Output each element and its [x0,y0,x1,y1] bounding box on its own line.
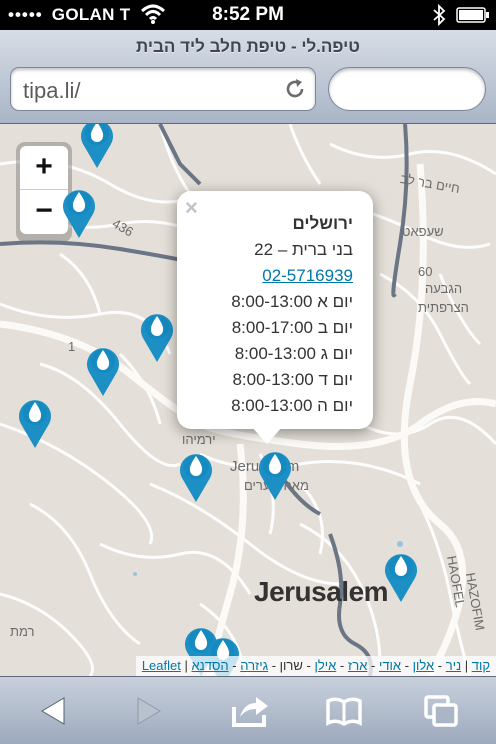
clock: 8:52 PM [212,4,284,25]
map-label: שעפאט [402,224,444,239]
map-label: הצרפתית [418,300,469,315]
map-marker-selected[interactable] [256,446,294,502]
map-marker[interactable] [84,342,122,398]
attribution-link[interactable]: גיזרה [240,658,268,673]
attribution-text: שרון [279,658,303,673]
page-title: טיפה.לי - טיפת חלב ליד הבית [136,37,360,56]
map-label: רמת [10,624,35,639]
popup-hours-row: יום א 8:00-13:00 [231,292,353,311]
browser-header: טיפה.לי - טיפת חלב ליד הבית tipa.li/ [0,30,496,124]
back-icon[interactable] [34,693,74,729]
attribution-link[interactable]: אלון [413,658,435,673]
popup-close-button[interactable]: × [185,195,198,221]
popup-address: בני ברית – 22 [254,240,353,259]
map-label: ירמיהו [182,432,216,447]
attribution-link[interactable]: ארז [348,658,368,673]
search-field[interactable] [328,67,486,111]
battery-icon [456,7,489,23]
map-marker[interactable] [382,548,420,604]
map-marker[interactable] [177,448,215,504]
bookmarks-icon[interactable] [324,693,364,729]
info-popup: × ירושלים בני ברית – 22 02-5716939 יום א… [177,191,373,429]
map-label: 60 [418,264,433,279]
attribution-link[interactable]: אילן [314,658,336,673]
popup-hours-row: יום ב 8:00-17:00 [231,318,353,337]
tabs-icon[interactable] [422,693,462,729]
map-marker[interactable] [138,308,176,364]
bluetooth-icon [433,4,446,26]
city-label: Jerusalem [254,576,389,607]
forward-icon[interactable] [128,693,168,729]
map[interactable]: שעפאט הגבעה הצרפתית חיים בר לב ירמיהו Je… [0,124,496,676]
attribution-link[interactable]: Leaflet [142,658,181,673]
map-marker[interactable] [78,124,116,170]
attribution-link[interactable]: ניר [446,658,461,673]
attribution-link[interactable]: הסדנא [191,658,228,673]
reload-icon[interactable] [283,77,307,101]
url-text: tipa.li/ [23,78,81,103]
status-bar: ••••• GOLAN T 8:52 PM [0,0,496,30]
popup-phone-link[interactable]: 02-5716939 [191,263,353,289]
popup-hours-row: יום ה 8:00-13:00 [231,396,353,415]
popup-hours-row: יום ד 8:00-13:00 [232,370,353,389]
map-label: 1 [68,339,76,354]
map-label: הגבעה [425,281,463,296]
share-icon[interactable] [230,693,270,729]
map-marker[interactable] [16,394,54,450]
popup-tip [251,426,283,444]
attribution-link[interactable]: קוד [472,658,490,673]
popup-city: ירושלים [292,214,354,233]
url-field[interactable]: tipa.li/ [10,67,316,111]
browser-toolbar [0,676,496,744]
attribution-link[interactable]: אודי [379,658,401,673]
map-attribution: קוד | ניר - אלון - אודי - ארז - אילן - ש… [135,656,496,676]
popup-hours-row: יום ג 8:00-13:00 [234,344,353,363]
map-marker[interactable] [60,184,98,240]
